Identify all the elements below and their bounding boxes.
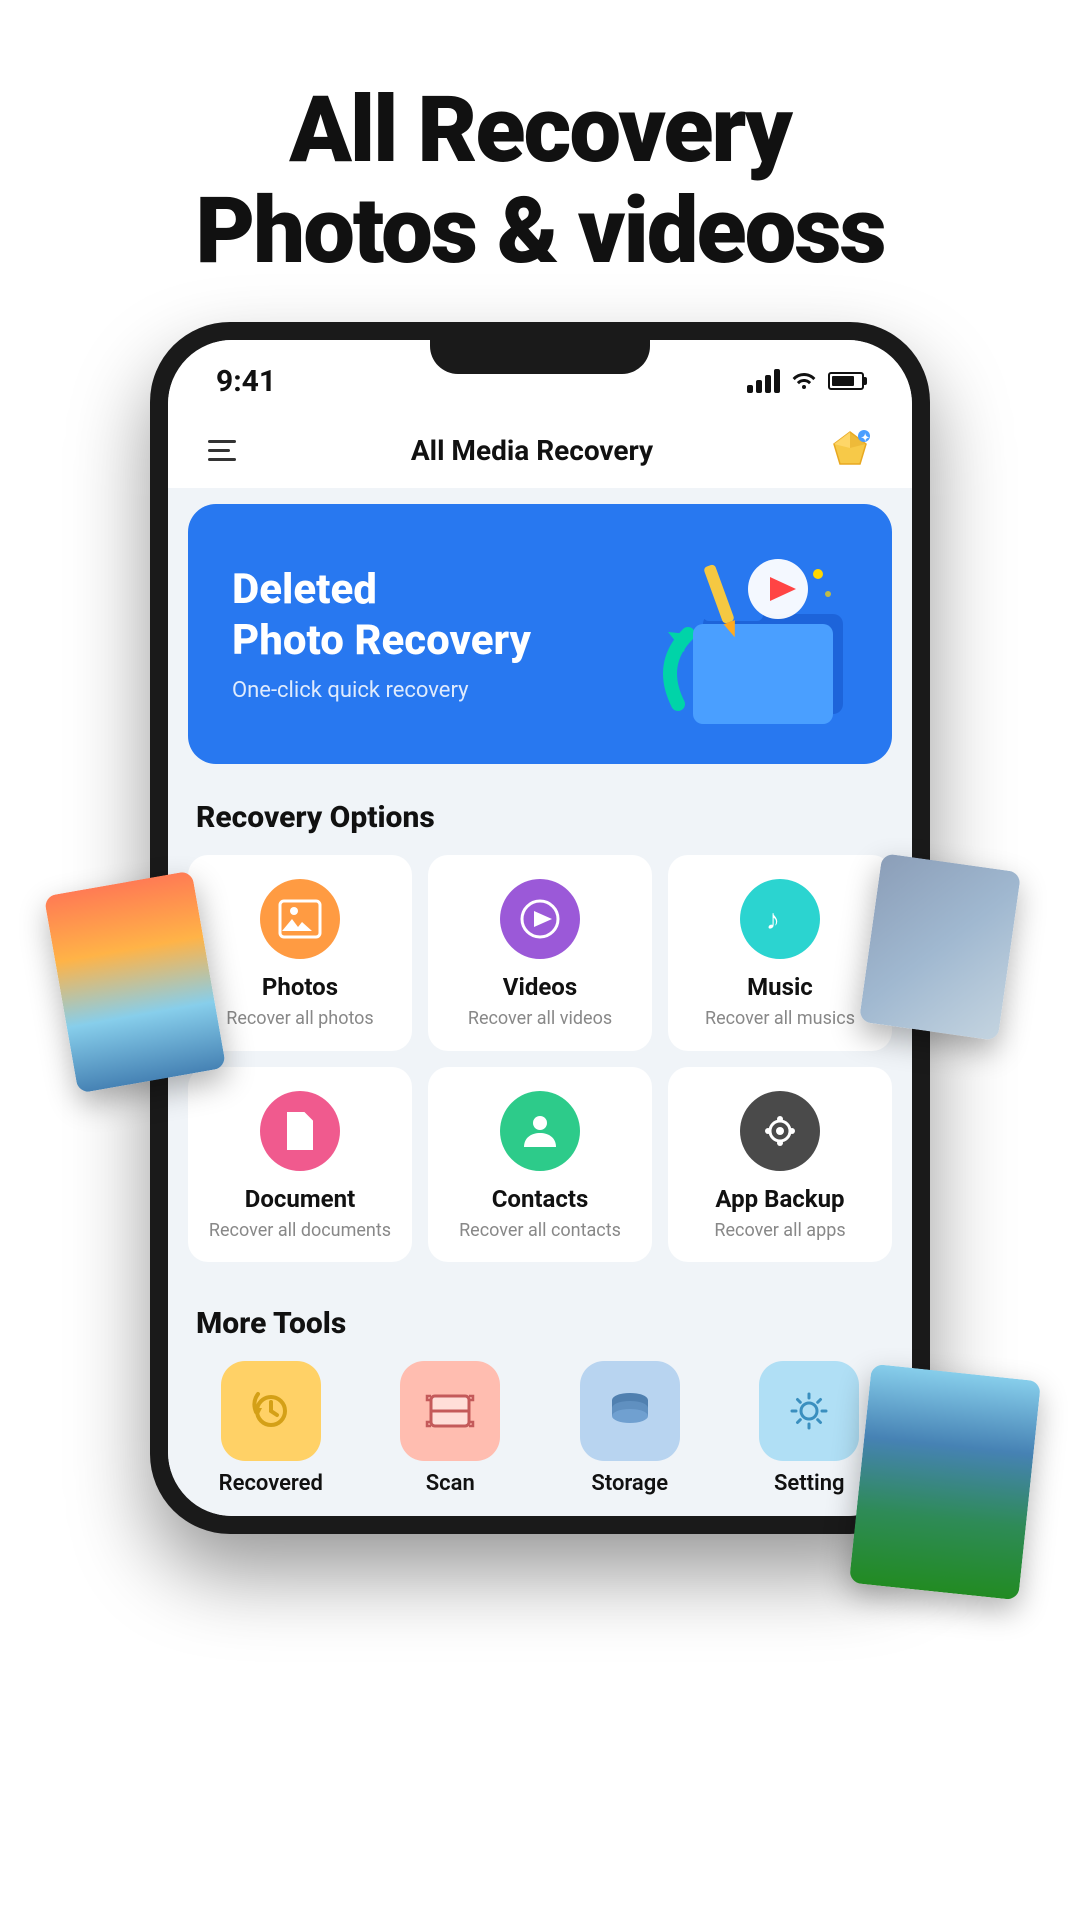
page-title: All Recovery Photos & videoss: [60, 80, 1020, 282]
tool-storage[interactable]: Storage: [547, 1361, 713, 1496]
video-icon: [500, 879, 580, 959]
photo-icon: [260, 879, 340, 959]
signal-icon: [747, 369, 780, 393]
option-contacts[interactable]: Contacts Recover all contacts: [428, 1067, 652, 1262]
videos-sublabel: Recover all videos: [468, 1007, 612, 1030]
app-title: All Media Recovery: [411, 434, 653, 467]
floating-photo-right-top: [859, 853, 1021, 1041]
tool-scan[interactable]: Scan: [368, 1361, 534, 1496]
document-icon: [260, 1091, 340, 1171]
photos-sublabel: Recover all photos: [226, 1007, 373, 1030]
status-icons: [747, 367, 864, 395]
recovered-label: Recovered: [219, 1471, 323, 1496]
option-videos[interactable]: Videos Recover all videos: [428, 855, 652, 1050]
phone-wrapper: 9:41: [150, 322, 930, 1534]
phone-frame: 9:41: [150, 322, 930, 1534]
document-label: Document: [245, 1185, 355, 1213]
scan-icon: [400, 1361, 500, 1461]
sketch-icon[interactable]: ✦: [828, 428, 872, 472]
document-sublabel: Recover all documents: [209, 1219, 391, 1242]
music-icon: ♪: [740, 879, 820, 959]
storage-icon: [580, 1361, 680, 1461]
recovery-options-grid: Photos Recover all photos Videos Recover…: [188, 855, 892, 1262]
battery-icon: [828, 372, 864, 390]
hero-illustration: [648, 544, 848, 724]
hero-title: Deleted Photo Recovery: [232, 565, 531, 666]
contacts-icon: [500, 1091, 580, 1171]
app-backup-sublabel: Recover all apps: [714, 1219, 845, 1242]
status-time: 9:41: [216, 364, 276, 399]
floating-photo-right-bottom: [849, 1364, 1041, 1601]
more-tools-title: More Tools: [188, 1306, 892, 1341]
scan-label: Scan: [426, 1471, 475, 1496]
setting-icon: [759, 1361, 859, 1461]
recovered-icon: [221, 1361, 321, 1461]
tool-recovered[interactable]: Recovered: [188, 1361, 354, 1496]
app-backup-icon: [740, 1091, 820, 1171]
menu-icon[interactable]: [208, 440, 236, 461]
music-sublabel: Recover all musics: [705, 1007, 855, 1030]
contacts-sublabel: Recover all contacts: [459, 1219, 621, 1242]
photos-label: Photos: [262, 973, 338, 1001]
svg-text:♪: ♪: [766, 903, 780, 936]
app-header: All Media Recovery ✦: [168, 412, 912, 488]
storage-label: Storage: [591, 1471, 668, 1496]
svg-text:✦: ✦: [861, 433, 869, 444]
page-header: All Recovery Photos & videoss: [0, 0, 1080, 322]
notch: [430, 340, 650, 374]
more-tools-section: More Tools Recovered: [168, 1294, 912, 1516]
hero-banner: Deleted Photo Recovery One-click quick r…: [188, 504, 892, 764]
option-photos[interactable]: Photos Recover all photos: [188, 855, 412, 1050]
phone-screen: 9:41: [168, 340, 912, 1516]
videos-label: Videos: [503, 973, 577, 1001]
hero-subtitle: One-click quick recovery: [232, 678, 531, 703]
option-document[interactable]: Document Recover all documents: [188, 1067, 412, 1262]
app-backup-label: App Backup: [715, 1185, 844, 1213]
tools-grid: Recovered: [188, 1361, 892, 1496]
option-app-backup[interactable]: App Backup Recover all apps: [668, 1067, 892, 1262]
contacts-label: Contacts: [492, 1185, 589, 1213]
wifi-icon: [790, 367, 818, 395]
recovery-options-section: Recovery Options Photos Recover all phot…: [168, 780, 912, 1294]
hero-text: Deleted Photo Recovery One-click quick r…: [232, 565, 531, 703]
setting-label: Setting: [774, 1471, 845, 1496]
recovery-options-title: Recovery Options: [188, 800, 892, 835]
music-label: Music: [747, 973, 813, 1001]
